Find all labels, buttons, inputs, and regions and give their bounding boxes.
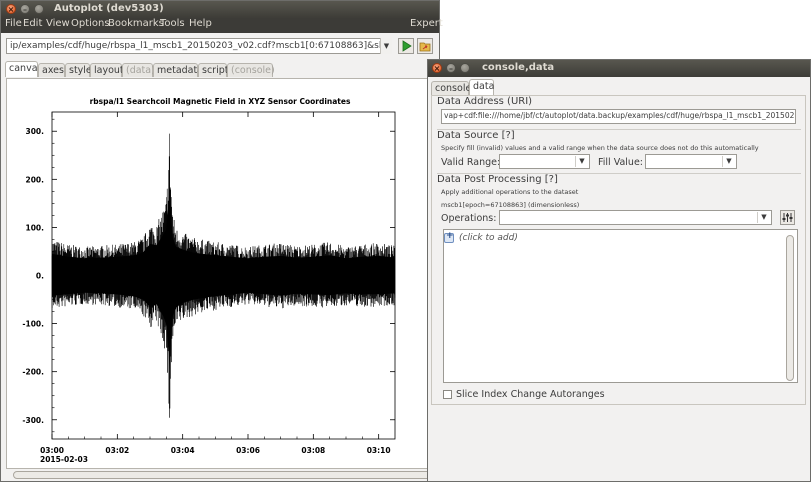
menu-edit[interactable]: Edit xyxy=(23,18,42,29)
x-date-label: 2015-02-03 xyxy=(40,455,88,464)
x-tick-label: 03:00 xyxy=(40,446,64,455)
operations-editor-button[interactable] xyxy=(780,210,795,225)
y-tick-label: 200. xyxy=(25,175,44,184)
close-icon[interactable]: × xyxy=(432,63,442,73)
maximize-icon[interactable] xyxy=(460,63,470,73)
plot-canvas[interactable]: rbspa/l1 Searchcoil Magnetic Field in XY… xyxy=(6,78,431,469)
chevron-down-icon: ▼ xyxy=(383,42,390,50)
tab-metadata[interactable]: metadata xyxy=(153,63,203,77)
valid-range-combo[interactable]: ▼ xyxy=(499,154,590,169)
data-address-label: Data Address (URI) xyxy=(437,96,533,107)
click-to-add-label[interactable]: (click to add) xyxy=(459,233,518,243)
main-titlebar[interactable]: × – Autoplot (dev5303) xyxy=(1,1,439,18)
slice-autorange-label[interactable]: Slice Index Change Autoranges xyxy=(456,389,605,400)
add-operation-button[interactable]: + xyxy=(444,231,454,243)
plus-icon: + xyxy=(446,231,454,241)
data-address-field[interactable]: vap+cdf:file:///home/jbf/ct/autoplot/dat… xyxy=(441,109,796,124)
play-icon xyxy=(402,40,412,52)
tab-data[interactable]: data xyxy=(469,79,494,95)
uri-dropdown-button[interactable]: ▼ xyxy=(380,38,392,54)
data-address-value: vap+cdf:file:///home/jbf/ct/autoplot/dat… xyxy=(444,111,794,120)
folder-icon xyxy=(419,42,431,52)
post-processing-help: Apply additional operations to the datas… xyxy=(441,188,579,196)
tab-script[interactable]: script xyxy=(198,63,228,77)
main-tabs: canvas axes style layout (data) metadata… xyxy=(5,61,435,79)
menu-bar: File Edit View Options Bookmarks Tools H… xyxy=(1,18,443,33)
data-source-label[interactable]: Data Source [?] xyxy=(437,130,515,141)
minimize-icon[interactable]: – xyxy=(20,4,30,14)
menu-file[interactable]: File xyxy=(5,18,22,29)
browse-button[interactable] xyxy=(417,38,433,54)
chevron-down-icon: ▼ xyxy=(757,212,770,223)
console-window-title: console,data xyxy=(482,62,555,73)
y-tick-label: 100. xyxy=(25,223,44,232)
data-source-help: Specify fill (invalid) values and a vali… xyxy=(441,144,759,152)
valid-range-label: Valid Range: xyxy=(441,157,501,168)
menu-help[interactable]: Help xyxy=(189,18,212,29)
signal-core-band xyxy=(52,183,395,370)
x-tick-label: 03:10 xyxy=(367,446,391,455)
y-tick-label: -100. xyxy=(22,320,44,329)
y-tick-label: -200. xyxy=(22,368,44,377)
operations-scrollbar[interactable] xyxy=(786,235,794,381)
chevron-down-icon: ▼ xyxy=(722,156,735,167)
fill-value-label: Fill Value: xyxy=(598,157,643,168)
uri-input[interactable]: ip/examples/cdf/huge/rbspa_l1_mscb1_2015… xyxy=(6,38,392,54)
slice-autorange-checkbox[interactable] xyxy=(443,390,452,399)
tab-layout[interactable]: layout xyxy=(90,63,124,77)
console-titlebar[interactable]: × – console,data xyxy=(428,60,810,77)
menu-options[interactable]: Options xyxy=(71,18,110,29)
menu-tools[interactable]: Tools xyxy=(160,18,185,29)
y-tick-label: -300. xyxy=(22,416,44,425)
chart-title: rbspa/l1 Searchcoil Magnetic Field in XY… xyxy=(90,97,351,106)
operations-label: Operations: xyxy=(441,213,497,224)
x-tick-label: 03:04 xyxy=(171,446,195,455)
tab-data[interactable]: (data) xyxy=(122,63,155,77)
close-icon[interactable]: × xyxy=(6,4,16,14)
expert-menu[interactable]: Expert xyxy=(410,18,443,29)
x-tick-label: 03:08 xyxy=(301,446,325,455)
post-processing-label[interactable]: Data Post Processing [?] xyxy=(437,174,558,185)
operations-list[interactable] xyxy=(443,229,798,383)
menu-bookmarks[interactable]: Bookmarks xyxy=(108,18,164,29)
tab-style[interactable]: style xyxy=(65,63,92,77)
window-title: Autoplot (dev5303) xyxy=(54,3,164,14)
maximize-icon[interactable] xyxy=(34,4,44,14)
chart: rbspa/l1 Searchcoil Magnetic Field in XY… xyxy=(22,97,396,464)
tab-axes[interactable]: axes xyxy=(38,63,65,77)
fill-value-combo[interactable]: ▼ xyxy=(645,154,737,169)
y-tick-label: 300. xyxy=(25,127,44,136)
dataset-description: mscb1[epoch=67108863] (dimensionless) xyxy=(441,201,580,209)
tab-console[interactable]: (console) xyxy=(227,63,275,77)
y-tick-label: 0. xyxy=(36,272,44,281)
menu-view[interactable]: View xyxy=(46,18,70,29)
operations-combo[interactable]: ▼ xyxy=(499,210,772,225)
x-tick-label: 03:06 xyxy=(236,446,260,455)
sliders-icon xyxy=(782,213,793,222)
chevron-down-icon: ▼ xyxy=(575,156,588,167)
x-tick-label: 03:02 xyxy=(105,446,129,455)
go-button[interactable] xyxy=(398,38,414,54)
main-window: × – Autoplot (dev5303) File Edit View Op… xyxy=(0,0,443,482)
tab-console[interactable]: console xyxy=(431,81,471,95)
horizontal-scrollbar[interactable] xyxy=(13,471,433,479)
tab-canvas[interactable]: canvas xyxy=(5,61,42,77)
minimize-icon[interactable]: – xyxy=(446,63,456,73)
